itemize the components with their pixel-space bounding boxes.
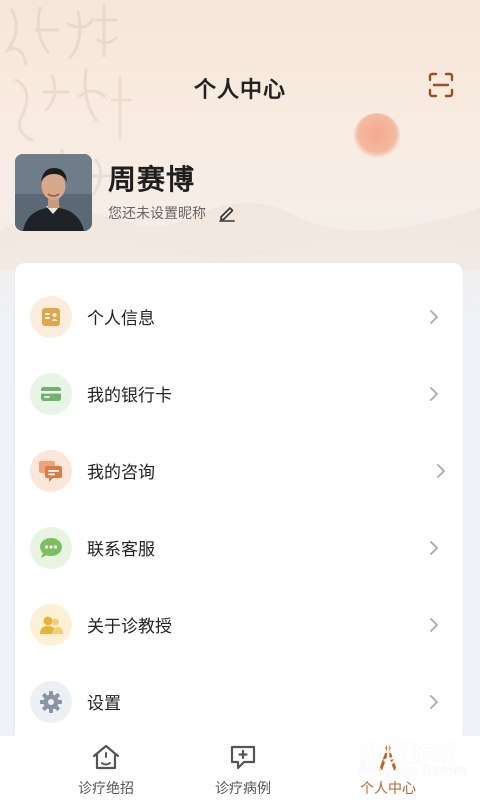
nickname-row: 您还未设置昵称: [108, 202, 238, 224]
profile-section: 周赛博 您还未设置昵称: [15, 154, 465, 234]
menu-icon-container: [30, 680, 72, 723]
tab-label: 诊疗绝招: [78, 781, 134, 797]
id-card-icon: [42, 307, 60, 326]
chevron-right-icon: [427, 616, 441, 634]
chevron-right-icon: [427, 693, 441, 711]
menu-label: 个人信息: [87, 309, 155, 329]
menu-icon-container: [30, 295, 72, 338]
menu-item-settings[interactable]: 设置: [15, 663, 463, 740]
pencil-icon: [219, 207, 235, 222]
menu-icon-container: [30, 603, 72, 646]
chevron-right-icon: [427, 539, 441, 557]
menu-label: 我的银行卡: [87, 386, 172, 406]
menu-icon-container: [30, 372, 72, 415]
menu-item-customer-service[interactable]: 联系客服: [15, 509, 463, 586]
nickname-hint: 您还未设置昵称: [108, 206, 206, 222]
scan-icon: [428, 72, 454, 98]
menu-item-bank-card[interactable]: 我的银行卡: [15, 355, 463, 432]
menu-item-about[interactable]: 关于诊教授: [15, 586, 463, 663]
edit-nickname-button[interactable]: [216, 202, 238, 224]
bank-card-icon: [41, 386, 61, 401]
scan-button[interactable]: [424, 68, 458, 102]
menu-item-personal-info[interactable]: 个人信息: [15, 278, 463, 355]
tab-treatment-cases[interactable]: 诊疗病例: [163, 736, 323, 800]
avatar[interactable]: [15, 154, 92, 231]
chevron-right-icon: [427, 308, 441, 326]
gear-icon: [40, 690, 62, 713]
tab-personal-center[interactable]: 个人中心: [308, 736, 468, 800]
top-bar: 个人中心: [0, 62, 480, 110]
page-title: 个人中心: [193, 78, 286, 103]
menu-label: 我的咨询: [87, 463, 155, 483]
message-icon: [40, 537, 62, 558]
chevron-right-icon: [434, 462, 448, 480]
menu-label: 设置: [87, 694, 121, 714]
menu-card: 个人信息 我的银行卡 我的咨询 联系客服 关于诊教授 设置: [15, 263, 463, 743]
chat-plus-icon: [227, 742, 259, 772]
user-name: 周赛博: [108, 163, 196, 196]
menu-icon-container: [30, 449, 72, 492]
menu-label: 联系客服: [87, 540, 155, 560]
tab-treatment-tips[interactable]: 诊疗绝招: [26, 736, 186, 800]
tab-label: 个人中心: [360, 781, 416, 797]
tab-label: 诊疗病例: [215, 781, 271, 797]
bottom-tab-bar: 诊疗绝招 诊疗病例 个人中心: [0, 736, 480, 800]
users-icon: [40, 616, 63, 634]
house-icon: [90, 742, 122, 772]
menu-icon-container: [30, 526, 72, 569]
avatar-photo: [15, 154, 92, 231]
menu-label: 关于诊教授: [87, 617, 172, 637]
menu-item-my-consultation[interactable]: 我的咨询: [15, 432, 463, 509]
chat-bubbles-icon: [39, 460, 62, 482]
person-icon: [372, 742, 404, 772]
chevron-right-icon: [427, 385, 441, 403]
